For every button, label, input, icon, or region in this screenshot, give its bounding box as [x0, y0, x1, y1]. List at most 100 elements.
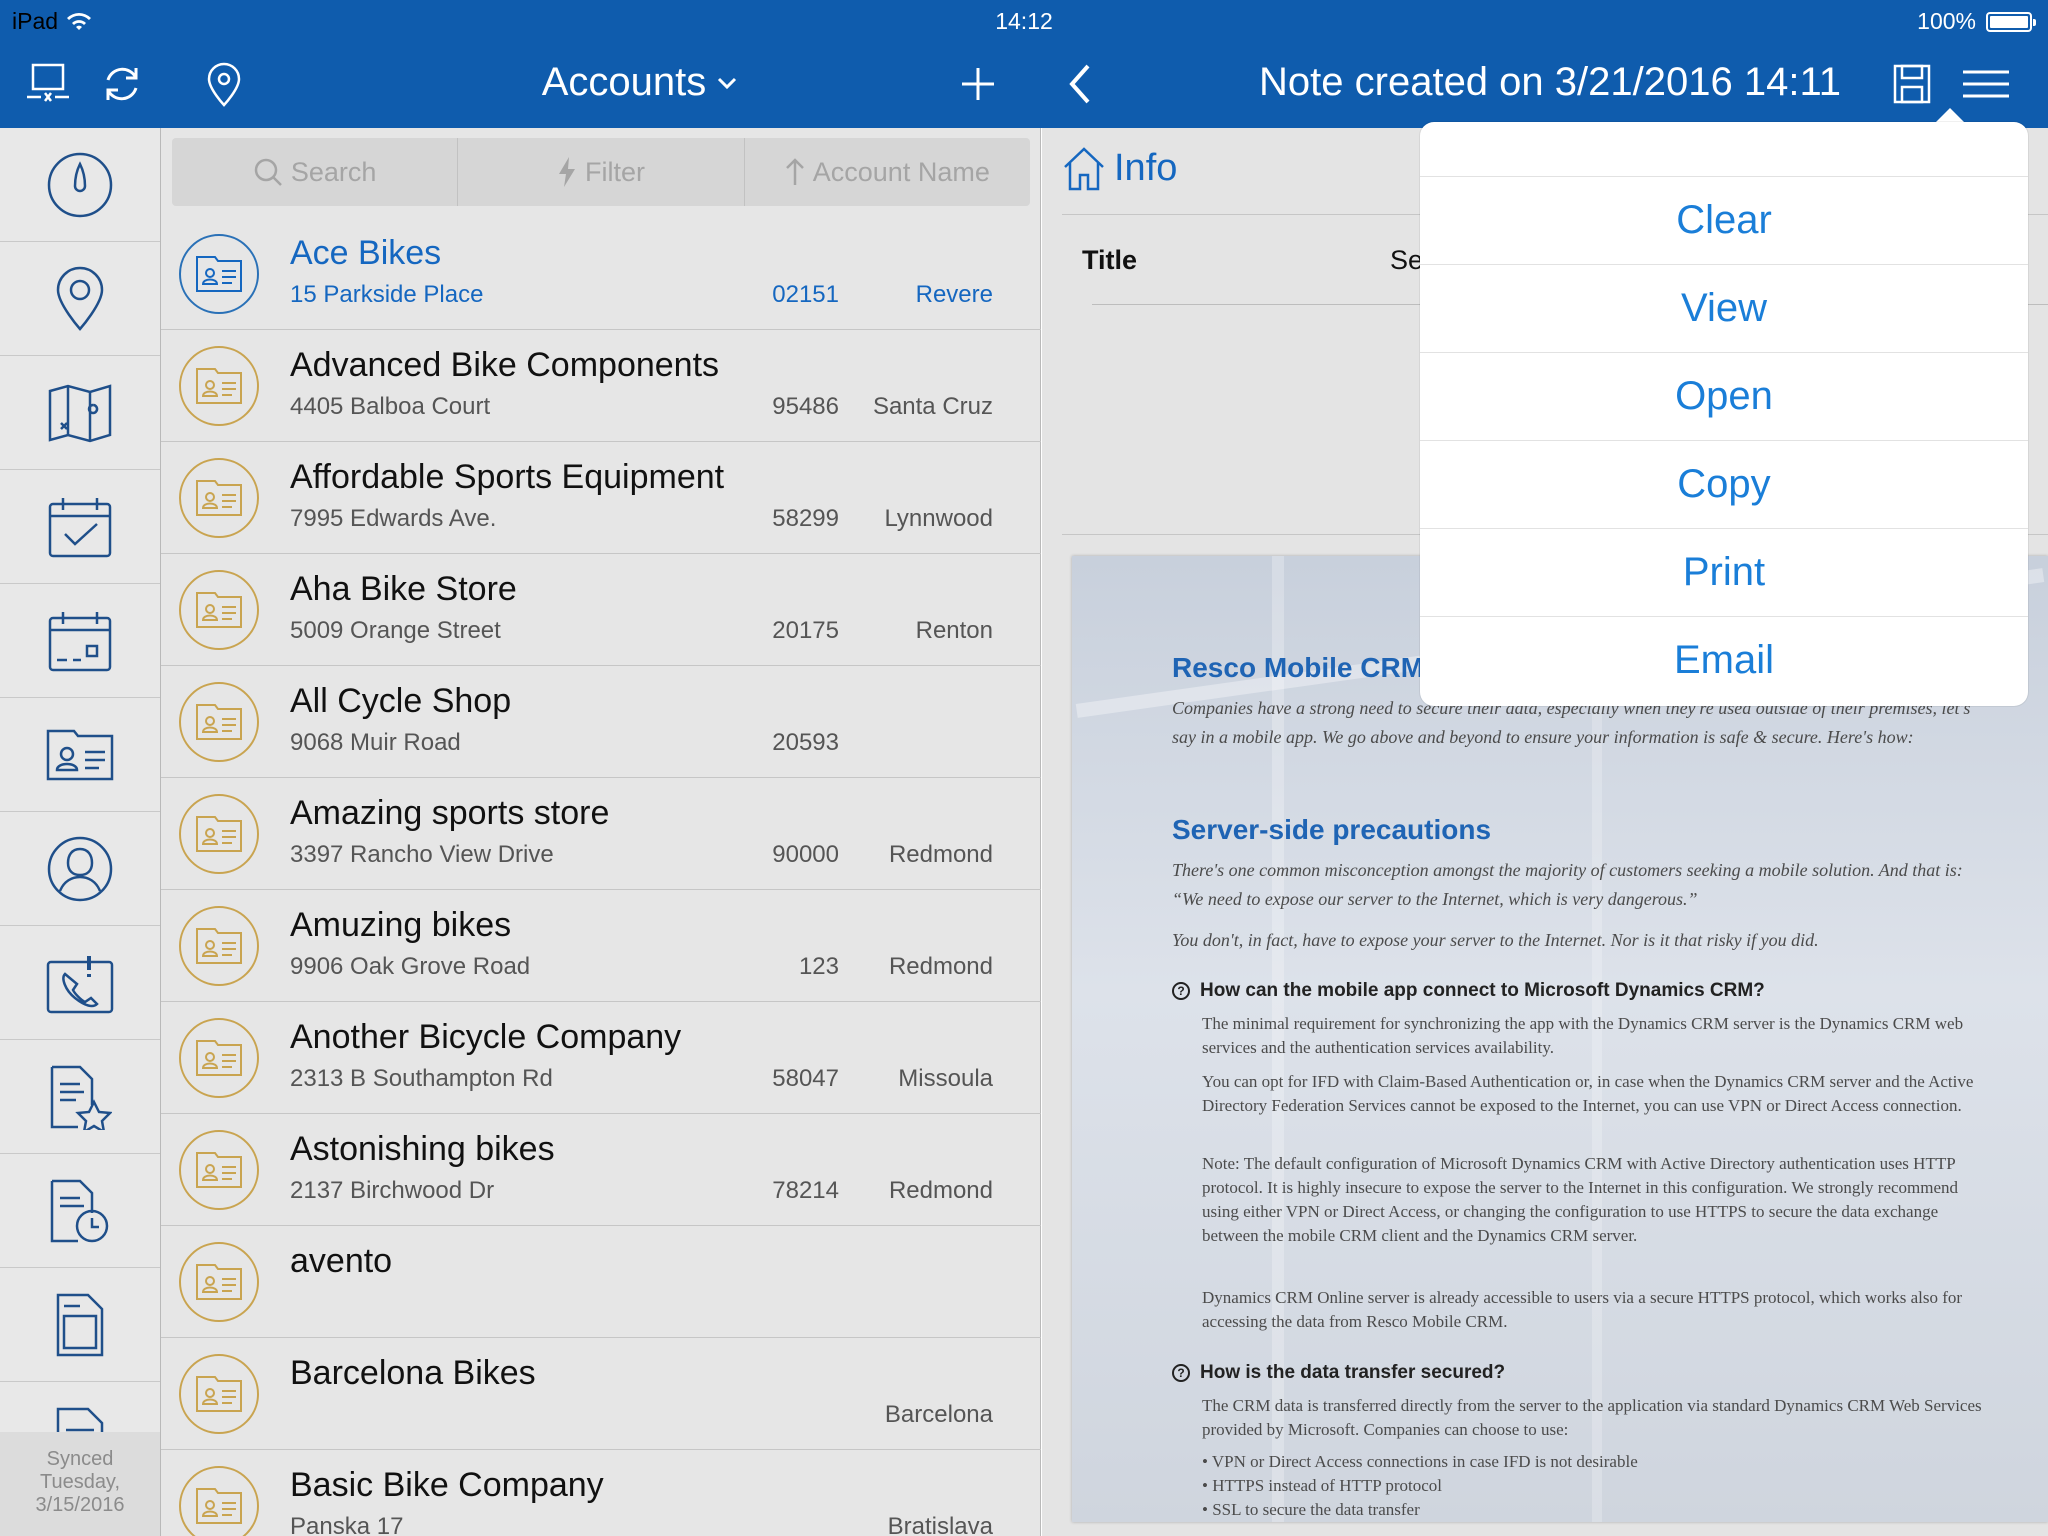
rail-contacts[interactable]: [0, 812, 160, 926]
account-badge: [179, 1130, 259, 1210]
account-name: Ace Bikes: [290, 234, 442, 272]
calendar-check-icon: [48, 497, 112, 557]
account-zip: 90000: [772, 841, 839, 868]
save-button[interactable]: [1886, 58, 1938, 110]
entity-selector[interactable]: Accounts: [440, 60, 840, 105]
doc-q1-p1: The minimal requirement for synchronizin…: [1202, 1014, 1964, 1057]
rail-location[interactable]: [0, 242, 160, 356]
account-name: Advanced Bike Components: [290, 346, 720, 384]
menu-item-copy[interactable]: Copy: [1420, 440, 2028, 528]
account-address: 2137 Birchwood Dr: [290, 1177, 495, 1204]
doc-bullet-text: SSL to secure the data transfer: [1212, 1500, 1420, 1519]
search-button[interactable]: Search: [172, 138, 459, 206]
rail-phonecalls[interactable]: [0, 926, 160, 1040]
list-item[interactable]: Another Bicycle Company 2313 B Southampto…: [161, 1002, 1041, 1114]
account-card-icon: [196, 1488, 242, 1524]
account-city: Lynnwood: [884, 505, 993, 532]
offline-sync-button[interactable]: [22, 58, 74, 110]
doc-bullet: • HTTPS instead of HTTP protocol: [1202, 1476, 1442, 1495]
back-button[interactable]: [1054, 58, 1106, 110]
account-address: 2313 B Southampton Rd: [290, 1065, 553, 1092]
sort-button[interactable]: Account Name: [745, 138, 1030, 206]
account-name: Basic Bike Company: [290, 1466, 604, 1504]
account-name: Barcelona Bikes: [290, 1354, 536, 1392]
info-label: Info: [1114, 146, 1178, 189]
actions-popover: Clear View Open Copy Print Email: [1420, 122, 2028, 706]
list-item[interactable]: Affordable Sports Equipment 7995 Edwards …: [161, 442, 1041, 554]
note-title: Note created on 3/21/2016 14:11: [1259, 60, 1841, 104]
plus-icon: [962, 68, 994, 100]
account-name: Astonishing bikes: [290, 1130, 555, 1168]
rail-map[interactable]: [0, 356, 160, 470]
battery-percent: 100%: [1917, 8, 1976, 34]
account-zip: 20593: [772, 729, 839, 756]
sync-button[interactable]: [96, 58, 148, 110]
account-name: Affordable Sports Equipment: [290, 458, 725, 496]
account-badge: [179, 1018, 259, 1098]
menu-item-view[interactable]: View: [1420, 264, 2028, 352]
account-badge: [179, 458, 259, 538]
account-badge: [179, 234, 259, 314]
account-badge: [179, 570, 259, 650]
list-item[interactable]: All Cycle Shop 9068 Muir Road 20593: [161, 666, 1041, 778]
menu-item-open[interactable]: Open: [1420, 352, 2028, 440]
doc-q1-p3: Note: The default configuration of Micro…: [1202, 1154, 1959, 1245]
rail-recent[interactable]: [0, 1154, 160, 1268]
list-item[interactable]: Amuzing bikes 9906 Oak Grove Road 123 Redmo…: [161, 890, 1041, 1002]
list-item[interactable]: Basic Bike Company Panska 17 Bratislava: [161, 1450, 1041, 1536]
account-name: Amazing sports store: [290, 794, 610, 832]
sync-status: Synced Tuesday, 3/15/2016: [0, 1432, 160, 1536]
account-city: Renton: [915, 617, 993, 644]
status-time: 14:12: [995, 8, 1053, 34]
account-address: Panska 17: [290, 1513, 404, 1536]
account-city: Bratislava: [887, 1513, 993, 1536]
menu-item-clear[interactable]: Clear: [1420, 176, 2028, 264]
rail-accounts[interactable]: [0, 698, 160, 812]
list-item[interactable]: Amazing sports store 3397 Rancho View Dri…: [161, 778, 1041, 890]
menu-item-email[interactable]: Email: [1420, 616, 2028, 704]
filter-label: Filter: [584, 156, 645, 187]
list-item[interactable]: Ace Bikes 15 Parkside Place 02151 Revere: [161, 218, 1041, 330]
account-card-icon: [196, 480, 242, 516]
filter-button[interactable]: Filter: [458, 138, 745, 206]
doc-q1-p2: You can opt for IFD with Claim-Based Aut…: [1202, 1072, 1974, 1115]
rail-calendar[interactable]: [0, 584, 160, 698]
menu-button[interactable]: [1960, 58, 2012, 110]
account-zip: 78214: [772, 1177, 839, 1204]
list-item[interactable]: Barcelona Bikes Barcelona: [161, 1338, 1041, 1450]
rail-documents[interactable]: [0, 1268, 160, 1382]
battery-icon: [1986, 11, 2036, 32]
menu-item-print[interactable]: Print: [1420, 528, 2028, 616]
recent-document-icon: [50, 1179, 109, 1242]
account-address: 15 Parkside Place: [290, 281, 484, 308]
account-name: Another Bicycle Company: [290, 1018, 682, 1056]
map-location-button[interactable]: [198, 58, 250, 110]
list-item[interactable]: Aha Bike Store 5009 Orange Street 20175 Ren…: [161, 554, 1041, 666]
account-city: Redmond: [888, 841, 993, 868]
location-pin-icon: [207, 62, 241, 107]
account-city: Santa Cruz: [872, 393, 993, 420]
doc-heading-1: Resco Mobile CRM: [1172, 652, 1425, 683]
account-card-icon: [196, 592, 242, 628]
list-item[interactable]: Astonishing bikes 2137 Birchwood Dr 78214 R…: [161, 1114, 1041, 1226]
rail-favorites[interactable]: [0, 1040, 160, 1154]
rail-dashboard[interactable]: [0, 128, 160, 242]
add-button[interactable]: [952, 58, 1004, 110]
arrow-up-icon: [785, 158, 804, 185]
account-address: 9068 Muir Road: [290, 729, 461, 756]
account-badge: [179, 1466, 259, 1536]
account-card-icon: [196, 704, 242, 740]
sync-status-line1: Synced: [46, 1448, 114, 1470]
doc-bullet: • VPN or Direct Access connections in ca…: [1202, 1452, 1638, 1471]
doc-question-1: ? How can the mobile app connect to Micr…: [1172, 980, 1765, 1002]
title-field-value[interactable]: Se: [1390, 245, 1423, 276]
doc-para-2: You don't, in fact, have to expose your …: [1172, 930, 1819, 950]
list-item[interactable]: avento: [161, 1226, 1041, 1338]
module-rail: [0, 128, 161, 1536]
rail-tasks[interactable]: [0, 470, 160, 584]
list-item[interactable]: Advanced Bike Components 4405 Balboa Cour…: [161, 330, 1041, 442]
doc-question-2-text: How is the data transfer secured?: [1200, 1362, 1506, 1383]
account-city: Revere: [915, 281, 993, 308]
info-tab[interactable]: Info: [1062, 145, 1177, 191]
account-card-icon: [196, 816, 242, 852]
